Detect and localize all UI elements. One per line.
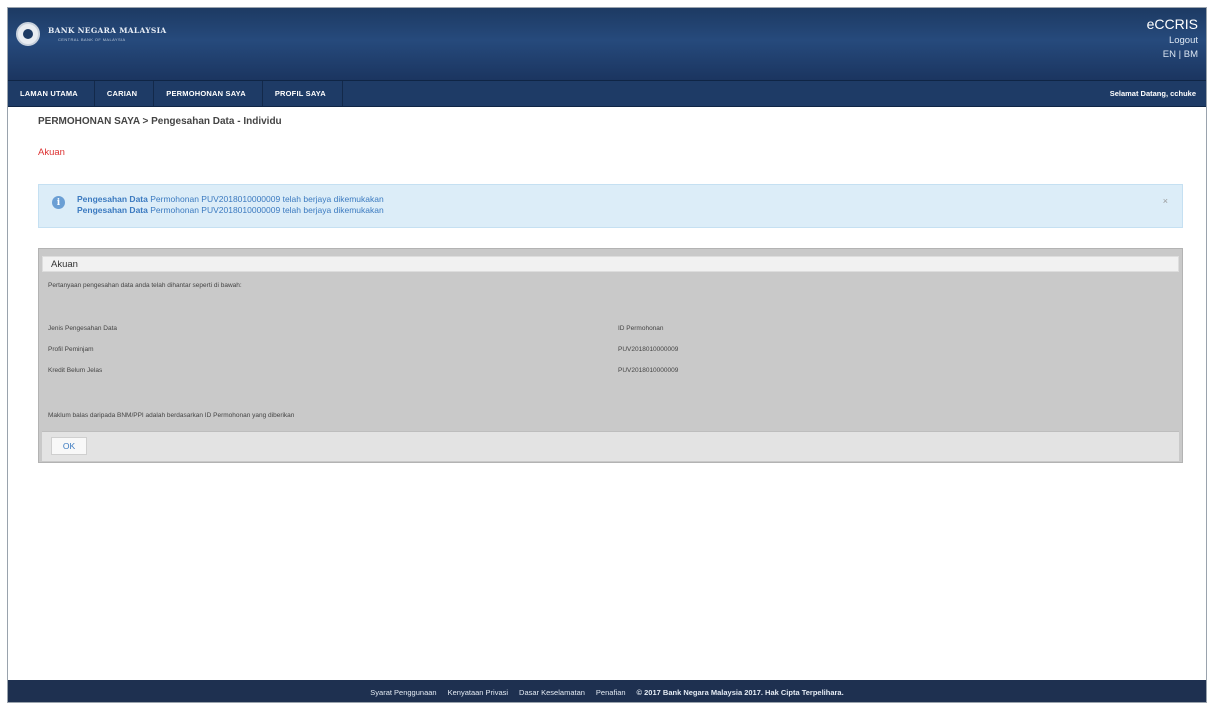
ok-button[interactable]: OK bbox=[51, 437, 87, 455]
alert-message: Pengesahan Data Permohonan PUV2018010000… bbox=[77, 205, 384, 215]
footer-link-security[interactable]: Dasar Keselamatan bbox=[519, 688, 585, 697]
column-header-type: Jenis Pengesahan Data bbox=[48, 325, 118, 332]
footer: Syarat Penggunaan Kenyataan Privasi Dasa… bbox=[8, 680, 1206, 702]
success-alert: i Pengesahan Data Permohonan PUV20180100… bbox=[38, 184, 1183, 228]
logout-link[interactable]: Logout bbox=[1147, 35, 1198, 46]
confirmation-panel: Akuan Pertanyaan pengesahan data anda te… bbox=[38, 248, 1183, 463]
close-icon[interactable]: × bbox=[1163, 196, 1168, 206]
language-switcher: EN | BM bbox=[1147, 49, 1198, 60]
nav-item-carian[interactable]: CARIAN bbox=[95, 81, 155, 106]
row-value: PUV2018010000009 bbox=[618, 346, 679, 353]
panel-footer: OK bbox=[42, 431, 1179, 461]
nav-item-profil-saya[interactable]: PROFIL SAYA bbox=[263, 81, 343, 106]
footer-copyright: © 2017 Bank Negara Malaysia 2017. Hak Ci… bbox=[636, 687, 844, 697]
row-label: Kredit Belum Jelas bbox=[48, 367, 103, 374]
footer-link-terms[interactable]: Syarat Penggunaan bbox=[370, 688, 436, 697]
column-header-id: ID Permohonan bbox=[618, 325, 664, 332]
nav-item-laman-utama[interactable]: LAMAN UTAMA bbox=[8, 81, 95, 106]
nav-item-permohonan-saya[interactable]: PERMOHONAN SAYA bbox=[154, 81, 263, 106]
row-label: Profil Peminjam bbox=[48, 346, 94, 353]
main-nav: LAMAN UTAMA CARIAN PERMOHONAN SAYA PROFI… bbox=[8, 80, 1206, 107]
footer-link-privacy[interactable]: Kenyataan Privasi bbox=[448, 688, 508, 697]
panel-title: Akuan bbox=[51, 259, 78, 270]
bank-crest-icon bbox=[16, 22, 40, 46]
panel-intro-text: Pertanyaan pengesahan data anda telah di… bbox=[48, 282, 242, 289]
lang-bm-link[interactable]: BM bbox=[1184, 49, 1198, 60]
lang-en-link[interactable]: EN bbox=[1163, 49, 1176, 60]
header-banner: BANK NEGARA MALAYSIA CENTRAL BANK OF MAL… bbox=[8, 8, 1206, 80]
info-icon: i bbox=[52, 196, 65, 209]
lang-separator: | bbox=[1178, 49, 1182, 60]
page-title: Akuan bbox=[38, 147, 65, 158]
alert-message: Pengesahan Data Permohonan PUV2018010000… bbox=[77, 194, 384, 204]
panel-note-text: Maklum balas daripada BNM/PPI adalah ber… bbox=[48, 412, 295, 419]
welcome-text: Selamat Datang, cchuke bbox=[1109, 89, 1196, 98]
app-title: eCCRIS bbox=[1146, 16, 1198, 32]
breadcrumb: PERMOHONAN SAYA > Pengesahan Data - Indi… bbox=[38, 116, 282, 127]
panel-header: Akuan bbox=[42, 256, 1179, 272]
footer-link-disclaimer[interactable]: Penafian bbox=[596, 688, 626, 697]
bank-subtitle: CENTRAL BANK OF MALAYSIA bbox=[58, 37, 126, 42]
bank-logo[interactable]: BANK NEGARA MALAYSIA CENTRAL BANK OF MAL… bbox=[16, 22, 167, 46]
bank-name: BANK NEGARA MALAYSIA bbox=[48, 26, 167, 35]
app-window: BANK NEGARA MALAYSIA CENTRAL BANK OF MAL… bbox=[7, 7, 1207, 703]
row-value: PUV2018010000009 bbox=[618, 367, 679, 374]
